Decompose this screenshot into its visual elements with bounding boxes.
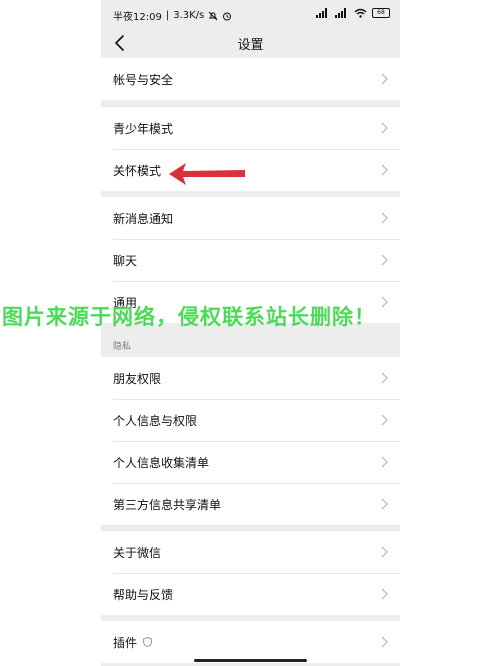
navigation-bar: 设置 [101,28,400,58]
settings-item-personal-info-collection-list[interactable]: 个人信息收集清单 [101,441,400,483]
status-time: 半夜12:09 [113,12,162,23]
section-label-privacy: 隐私 [113,342,132,352]
signal-icon [316,8,327,18]
settings-item-care-mode[interactable]: 关怀模式 [101,149,400,191]
chevron-right-icon [381,456,388,468]
settings-item-third-party-sharing-list[interactable]: 第三方信息共享清单 [101,483,400,525]
settings-group-modes: 青少年模式 关怀模式 [101,107,400,191]
chevron-right-icon [381,254,388,266]
chevron-right-icon [381,73,388,85]
chevron-right-icon [381,212,388,224]
phone-screen: 半夜12:09 | 3.3K/s 68 设置 帐号与安全 青少年模式 关怀模式 … [101,0,400,666]
settings-item-friend-permissions[interactable]: 朋友权限 [101,357,400,399]
home-indicator[interactable] [194,659,307,662]
settings-item-new-message-notification[interactable]: 新消息通知 [101,197,400,239]
settings-group-privacy: 朋友权限 个人信息与权限 个人信息收集清单 第三方信息共享清单 [101,357,400,525]
signal-icon-2 [335,8,346,18]
chevron-right-icon [381,414,388,426]
mute-bell-icon [208,11,218,20]
chevron-right-icon [381,296,388,308]
settings-group-plugins: 插件 [101,621,400,663]
chevron-right-icon [381,636,388,648]
page-title: 设置 [237,38,264,53]
settings-item-personal-info-permissions[interactable]: 个人信息与权限 [101,399,400,441]
settings-group-account: 帐号与安全 [101,58,400,100]
status-bar: 半夜12:09 | 3.3K/s 68 [101,0,400,28]
chevron-right-icon [381,588,388,600]
settings-item-help-feedback[interactable]: 帮助与反馈 [101,573,400,615]
network-speed: 3.3K/s [173,10,205,21]
chevron-right-icon [381,122,388,134]
settings-item-account-security[interactable]: 帐号与安全 [101,58,400,100]
alarm-icon [223,12,232,20]
wifi-icon [354,8,367,18]
settings-item-plugins[interactable]: 插件 [101,621,400,663]
chevron-right-icon [381,498,388,510]
chevron-right-icon [381,164,388,176]
settings-group-about: 关于微信 帮助与反馈 [101,531,400,615]
settings-item-teen-mode[interactable]: 青少年模式 [101,107,400,149]
watermark-text: 图片来源于网络，侵权联系站长删除！ [2,305,376,329]
red-arrow-annotation-icon [169,163,245,185]
settings-item-chat[interactable]: 聊天 [101,239,400,281]
battery-icon: 68 [372,8,390,18]
chevron-right-icon [381,372,388,384]
settings-item-about-wechat[interactable]: 关于微信 [101,531,400,573]
shield-icon [143,637,153,647]
chevron-right-icon [381,546,388,558]
